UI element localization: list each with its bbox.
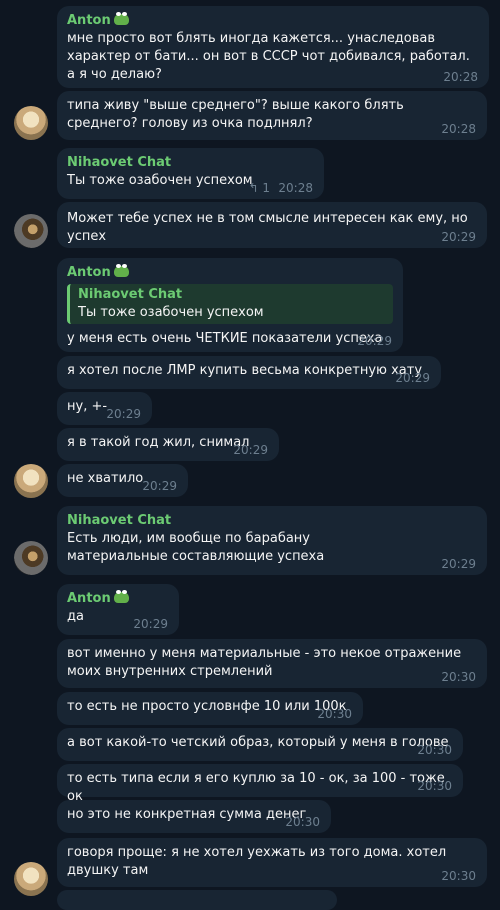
pepe-emoji-icon (113, 12, 129, 25)
message-bubble[interactable]: Anton да 20:29 (57, 584, 179, 635)
message-bubble[interactable]: Anton Nihaovet Chat Ты тоже озабочен усп… (57, 258, 403, 352)
message-time: 20:29 (106, 407, 141, 421)
message-text: у меня есть очень ЧЕТКИЕ показатели успе… (67, 331, 383, 346)
message-time: 20:30 (441, 670, 476, 684)
message-text: то есть не просто условнфе 10 или 100к (67, 699, 347, 714)
pepe-emoji-icon (113, 590, 129, 603)
pepe-emoji-icon (113, 264, 129, 277)
sender-name[interactable]: Anton (67, 590, 169, 608)
quote-sender: Nihaovet Chat (78, 287, 183, 302)
message-text: Ты тоже озабочен успехом (67, 173, 253, 188)
message-text: вот именно у меня материальные - это нек… (67, 646, 462, 679)
message-bubble[interactable]: Anton мне просто вот блять иногда кажетс… (57, 6, 489, 88)
message-time: 20:28 (278, 181, 313, 195)
message-text: типа живу "выше среднего"? выше какого б… (67, 98, 404, 131)
message-time: 20:30 (417, 779, 452, 793)
message-time: 20:29 (441, 557, 476, 571)
message-bubble[interactable]: Nihaovet Chat Ты тоже озабочен успехом ↰… (57, 148, 324, 199)
message-time: 20:29 (357, 334, 392, 348)
message-bubble[interactable]: не хватило 20:29 (57, 464, 188, 497)
avatar[interactable] (14, 106, 48, 140)
message-bubble-partial[interactable] (57, 890, 337, 910)
message-time: 20:29 (142, 479, 177, 493)
sender-name[interactable]: Anton (67, 12, 479, 30)
reply-quote[interactable]: Nihaovet Chat Ты тоже озабочен успехом (67, 284, 393, 324)
message-bubble[interactable]: я в такой год жил, снимал 20:29 (57, 428, 279, 461)
message-bubble[interactable]: вот именно у меня материальные - это нек… (57, 639, 487, 688)
message-time: 20:30 (285, 815, 320, 829)
message-text: Есть люди, им вообще по барабану материа… (67, 531, 325, 564)
message-text: мне просто вот блять иногда кажется... у… (67, 31, 470, 82)
message-time: 20:29 (233, 443, 268, 457)
message-time: 20:29 (133, 617, 168, 631)
avatar[interactable] (14, 214, 48, 248)
reply-arrow-icon: ↰ (248, 181, 259, 195)
message-bubble[interactable]: а вот какой-то четский образ, который у … (57, 728, 463, 761)
message-bubble[interactable]: типа живу "выше среднего"? выше какого б… (57, 91, 487, 140)
sender-name[interactable]: Anton (67, 264, 393, 282)
message-bubble[interactable]: ну, +- 20:29 (57, 392, 152, 425)
message-text: а вот какой-то четский образ, который у … (67, 735, 449, 750)
avatar[interactable] (14, 464, 48, 498)
message-time: 20:30 (441, 869, 476, 883)
message-bubble[interactable]: Nihaovet Chat Есть люди, им вообще по ба… (57, 506, 487, 575)
avatar[interactable] (14, 862, 48, 896)
message-time: 20:29 (441, 230, 476, 244)
message-time: 20:29 (395, 371, 430, 385)
message-text: я хотел после ЛМР купить весьма конкретн… (67, 363, 423, 378)
reply-count[interactable]: ↰ 1 (248, 181, 270, 195)
quote-text: Ты тоже озабочен успехом (78, 305, 264, 320)
message-bubble[interactable]: я хотел после ЛМР купить весьма конкретн… (57, 356, 441, 389)
message-bubble[interactable]: то есть типа если я его куплю за 10 - ок… (57, 764, 463, 804)
message-bubble[interactable]: но это не конкретная сумма денег 20:30 (57, 800, 331, 833)
message-bubble[interactable]: то есть не просто условнфе 10 или 100к 2… (57, 692, 363, 725)
message-time: 20:30 (417, 743, 452, 757)
sender-name[interactable]: Nihaovet Chat (67, 154, 314, 172)
message-time: 20:28 (441, 122, 476, 136)
message-time: 20:30 (317, 707, 352, 721)
sender-name[interactable]: Nihaovet Chat (67, 512, 477, 530)
message-bubble[interactable]: говоря проще: я не хотел уехжать из того… (57, 838, 487, 887)
message-text: но это не конкретная сумма денег (67, 807, 307, 822)
message-bubble[interactable]: Может тебе успех не в том смысле интерес… (57, 202, 487, 248)
avatar[interactable] (14, 541, 48, 575)
message-text: Может тебе успех не в том смысле интерес… (67, 211, 468, 244)
message-time: 20:28 (443, 70, 478, 84)
message-text: говоря проще: я не хотел уехжать из того… (67, 845, 447, 878)
